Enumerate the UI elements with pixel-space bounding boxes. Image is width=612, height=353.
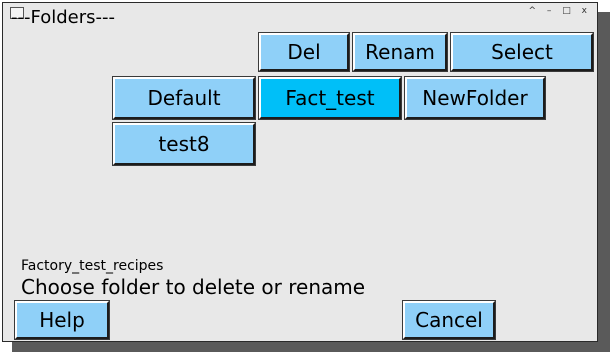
page-title: ---Folders--- (11, 7, 115, 28)
minimize-icon[interactable]: – (547, 6, 556, 16)
maximize-icon[interactable]: □ (562, 6, 575, 16)
folder-button-fact-test[interactable]: Fact_test (258, 76, 402, 120)
close-icon[interactable]: x (582, 6, 591, 16)
rename-button[interactable]: Renam (352, 32, 448, 72)
folder-button-default[interactable]: Default (112, 76, 256, 120)
cancel-button[interactable]: Cancel (402, 300, 496, 340)
instruction-text: Choose folder to delete or rename (21, 275, 366, 299)
folders-window: ^ – □ x ---Folders--- Del Renam Select D… (2, 2, 598, 342)
window-controls: ^ – □ x (528, 6, 591, 16)
folder-button-test8[interactable]: test8 (112, 122, 256, 166)
help-button[interactable]: Help (14, 300, 110, 340)
select-button[interactable]: Select (450, 32, 594, 72)
delete-button[interactable]: Del (258, 32, 350, 72)
folder-button-newfolder[interactable]: NewFolder (404, 76, 546, 120)
current-folder-label: Factory_test_recipes (21, 258, 164, 274)
shade-icon[interactable]: ^ (528, 6, 540, 16)
